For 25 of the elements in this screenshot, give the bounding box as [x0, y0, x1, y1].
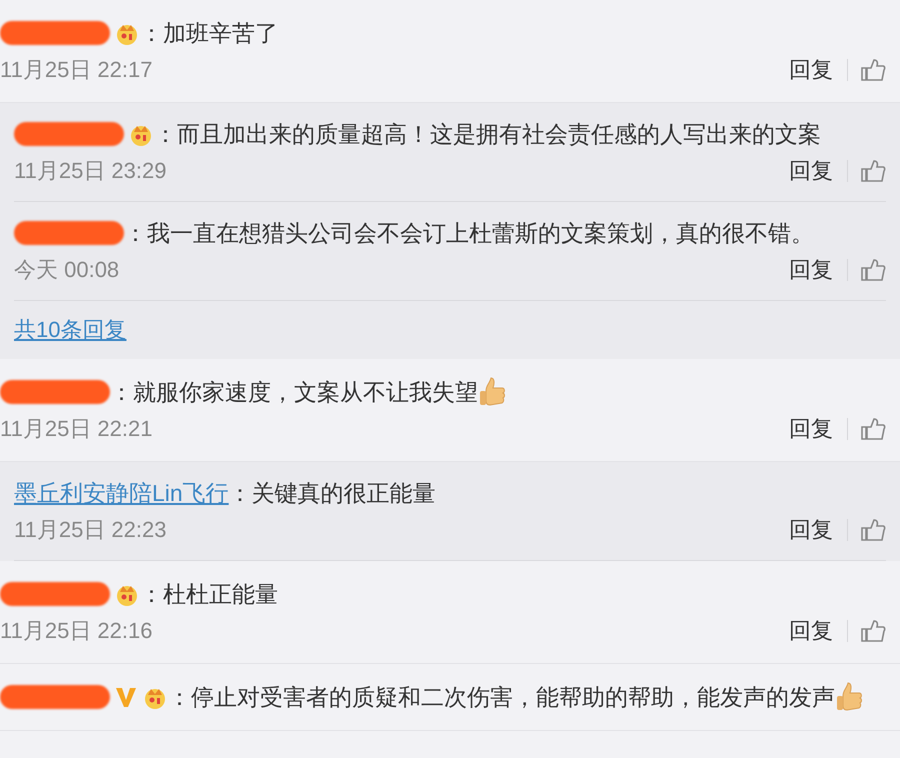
timestamp: 11月25日 22:21 — [0, 415, 152, 443]
reply-button[interactable]: 回复 — [775, 515, 847, 545]
reply-button[interactable]: 回复 — [775, 414, 847, 444]
reply-button[interactable]: 回复 — [775, 616, 847, 646]
comment-text: ：加班辛苦了 — [140, 19, 278, 48]
like-icon[interactable] — [860, 57, 886, 83]
timestamp: 11月25日 23:29 — [14, 157, 166, 185]
reply-button[interactable]: 回复 — [775, 255, 847, 285]
comment-text: ：而且加出来的质量超高！这是拥有社会责任感的人写出来的文案 — [154, 120, 821, 149]
comment-text: ：停止对受害者的质疑和二次伤害，能帮助的帮助，能发声的发声 — [168, 683, 835, 712]
like-icon[interactable] — [860, 517, 886, 543]
comment-text: ：杜杜正能量 — [140, 580, 278, 609]
like-icon[interactable] — [860, 257, 886, 283]
comment-text: ：就服你家速度，文案从不让我失望 — [110, 378, 478, 407]
reply-button[interactable]: 回复 — [775, 156, 847, 186]
timestamp: 11月25日 22:23 — [14, 516, 166, 544]
like-icon[interactable] — [860, 618, 886, 644]
comment-text: ：关键真的很正能量 — [228, 479, 436, 508]
comment-text: ：我一直在想猎头公司会不会订上杜蕾斯的文案策划，真的很不错。 — [124, 219, 814, 248]
timestamp: 11月25日 22:17 — [0, 56, 152, 84]
timestamp: 今天 00:08 — [14, 256, 120, 284]
timestamp: 11月25日 22:16 — [0, 617, 152, 645]
like-icon[interactable] — [860, 158, 886, 184]
reply-button[interactable]: 回复 — [775, 55, 847, 85]
like-icon[interactable] — [860, 416, 886, 442]
